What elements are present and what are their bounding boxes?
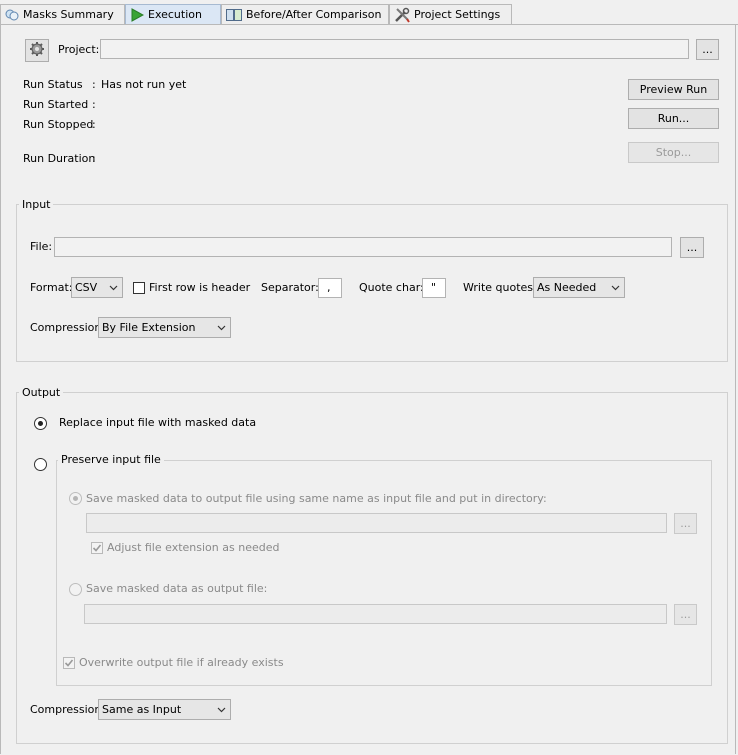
save-to-directory-radio[interactable] [69,492,82,505]
adjust-extension-label: Adjust file extension as needed [107,541,280,554]
save-to-directory-label: Save masked data to output file using sa… [86,492,547,505]
save-as-file-radio[interactable] [69,583,82,596]
format-label: Format: [30,281,73,294]
tab-masks-summary[interactable]: Masks Summary [0,4,125,24]
browse-label: ... [680,516,691,530]
compare-icon [226,8,242,22]
project-field[interactable] [100,39,689,59]
run-duration-label: Run Duration [23,152,96,165]
tab-label: Project Settings [414,7,501,21]
separator-input[interactable]: , [318,278,342,298]
run-status-label: Run Status [23,78,83,91]
preview-run-button[interactable]: Preview Run [628,79,719,100]
project-label: Project: [58,43,100,56]
stop-label: Stop... [655,145,692,159]
run-started-colon: : [92,98,96,111]
output-compression-select[interactable]: Same as Input [98,699,231,720]
first-row-header-label: First row is header [149,281,251,294]
tools-icon [394,7,410,23]
run-status-value: Has not run yet [101,78,187,91]
chevron-down-icon [217,704,226,713]
replace-input-label: Replace input file with masked data [59,416,257,429]
run-stopped-label: Run Stopped [23,118,94,131]
format-select[interactable]: CSV [71,277,123,298]
preserve-input-radio[interactable] [34,458,47,471]
run-started-label: Run Started [23,98,89,111]
input-compression-label: Compression: [30,321,106,334]
run-button[interactable]: Run... [628,108,719,129]
input-file-label: File: [30,240,53,253]
chevron-down-icon [611,282,620,291]
project-settings-button[interactable] [25,39,49,62]
separator-label: Separator: [261,281,319,294]
tab-label: Before/After Comparison [246,7,382,21]
browse-label: ... [680,607,691,621]
overwrite-label: Overwrite output file if already exists [79,656,284,669]
chevron-down-icon [109,282,118,291]
first-row-header-checkbox[interactable] [133,282,145,294]
output-compression-value: Same as Input [102,703,182,716]
input-group-title: Input [19,198,54,212]
write-quotes-value: As Needed [537,281,597,294]
output-file-field[interactable] [84,604,667,624]
run-status-colon: : [92,78,96,91]
output-directory-browse-button[interactable]: ... [674,513,697,534]
output-compression-label: Compression: [30,703,106,716]
write-quotes-label: Write quotes: [463,281,537,294]
tab-project-settings[interactable]: Project Settings [389,4,512,24]
output-group-title: Output [19,386,64,400]
input-compression-value: By File Extension [102,321,196,334]
input-file-browse-button[interactable]: ... [680,237,704,258]
browse-label: ... [702,42,713,56]
quote-char-value: " [431,281,437,294]
preview-run-label: Preview Run [639,82,708,96]
output-file-browse-button[interactable]: ... [674,604,697,625]
stop-button[interactable]: Stop... [628,142,719,163]
input-compression-select[interactable]: By File Extension [98,317,231,338]
format-value: CSV [75,281,98,294]
masks-icon [5,8,19,22]
browse-label: ... [686,240,698,254]
overwrite-checkbox[interactable] [63,657,75,669]
separator-value: , [327,281,331,294]
save-as-file-label: Save masked data as output file: [86,582,268,595]
run-stopped-colon: : [92,118,96,131]
preserve-input-label: Preserve input file [58,453,164,467]
tab-label: Masks Summary [23,7,114,21]
chevron-down-icon [217,322,226,331]
play-icon [130,7,145,22]
tab-before-after-comparison[interactable]: Before/After Comparison [221,4,389,24]
output-directory-field[interactable] [86,513,667,533]
adjust-extension-checkbox[interactable] [91,542,103,554]
tab-label: Execution [148,7,202,21]
tab-execution[interactable]: Execution [125,4,221,24]
quote-char-input[interactable]: " [422,278,446,298]
replace-input-radio[interactable] [34,417,47,430]
project-browse-button[interactable]: ... [696,39,719,60]
input-file-field[interactable] [54,237,672,257]
run-duration-colon: : [92,152,96,165]
gear-icon [29,41,45,60]
run-label: Run... [657,111,690,125]
write-quotes-select[interactable]: As Needed [533,277,625,298]
quote-char-label: Quote char: [359,281,424,294]
